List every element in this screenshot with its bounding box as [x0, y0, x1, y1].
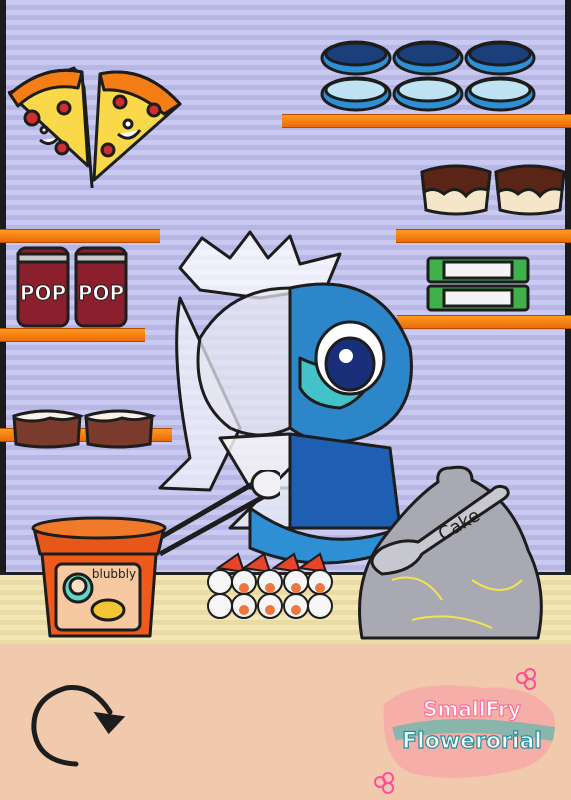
- soda-label-left: POP: [20, 281, 66, 305]
- replay-button[interactable]: [22, 676, 128, 772]
- cookie-tins[interactable]: [318, 38, 548, 116]
- shelf-middle-left: [0, 328, 145, 342]
- pudding-cups[interactable]: [418, 158, 568, 222]
- circular-arrow-icon: [31, 685, 126, 767]
- pizza-slices[interactable]: [4, 58, 184, 188]
- trash-bag[interactable]: Cake: [352, 460, 552, 644]
- wall-edge-right: [565, 0, 571, 572]
- chocolate-cakes[interactable]: [10, 404, 160, 450]
- watermark-line1: SmallFry: [423, 697, 521, 721]
- sushi-eggs[interactable]: [204, 548, 334, 624]
- soda-cans[interactable]: POP POP: [14, 244, 132, 330]
- snack-bars[interactable]: [424, 254, 534, 316]
- soda-label-right: POP: [78, 281, 124, 305]
- game-scene: POP POP blubbly Cake SmallFry Floweroria…: [0, 0, 571, 800]
- watermark: SmallFry Flowerorial: [374, 668, 556, 794]
- shelf-upper-left: [0, 229, 160, 243]
- shelf-top-right: [282, 114, 571, 128]
- watermark-line2: Flowerorial: [402, 729, 542, 754]
- cup-noodle-brand: blubbly: [92, 567, 136, 581]
- cup-noodle[interactable]: blubbly: [30, 514, 170, 640]
